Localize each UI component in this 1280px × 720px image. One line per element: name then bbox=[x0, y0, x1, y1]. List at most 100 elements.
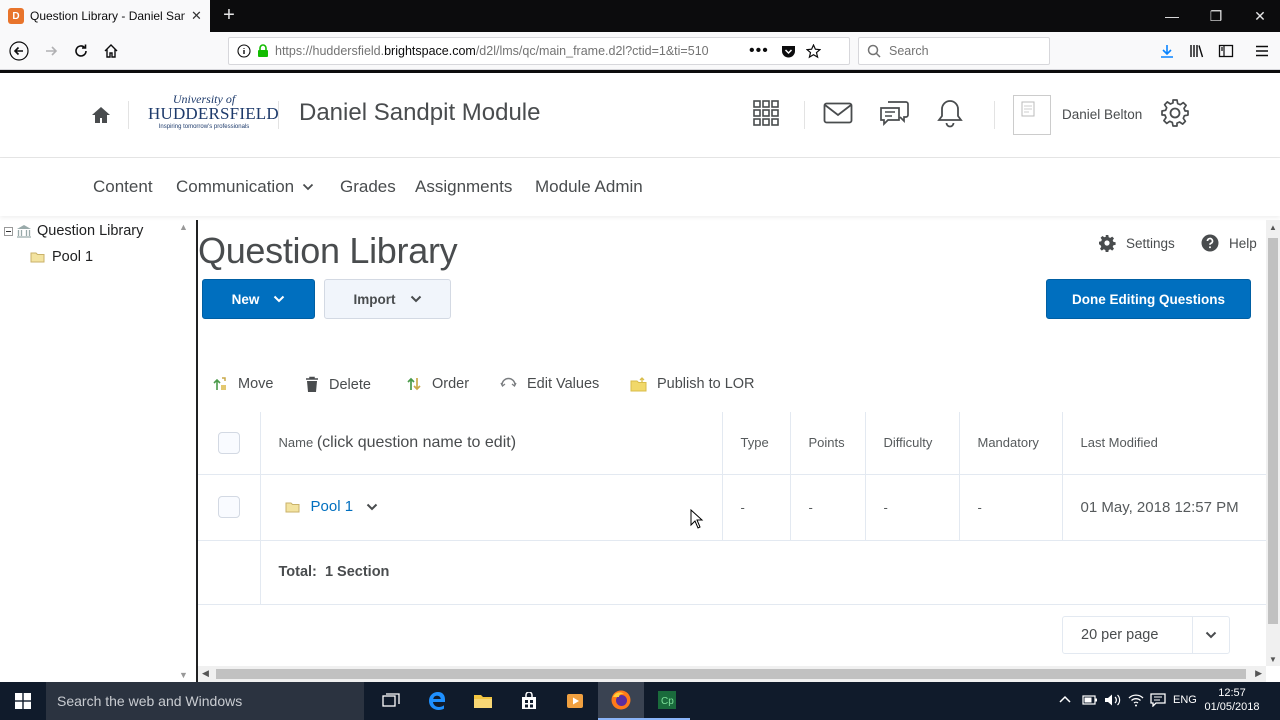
nav-communication[interactable]: Communication bbox=[176, 177, 314, 197]
scroll-down-icon[interactable]: ▼ bbox=[179, 670, 188, 680]
captivate-icon[interactable]: Cp bbox=[644, 682, 690, 720]
folder-icon bbox=[30, 251, 45, 263]
wifi-icon[interactable] bbox=[1128, 693, 1144, 707]
divider bbox=[804, 101, 805, 129]
lock-icon bbox=[257, 44, 269, 58]
back-icon[interactable] bbox=[6, 39, 32, 63]
select-all-checkbox[interactable] bbox=[217, 431, 240, 454]
name-column-header[interactable]: Name (click question name to edit) bbox=[260, 412, 723, 475]
settings-link[interactable]: Settings bbox=[1098, 234, 1175, 252]
horizontal-scrollbar[interactable]: ◀ ▶ bbox=[198, 666, 1266, 682]
publish-to-lor-action[interactable]: Publish to LOR bbox=[630, 376, 755, 392]
hamburger-menu-icon[interactable] bbox=[1249, 39, 1275, 63]
home-icon[interactable] bbox=[98, 39, 124, 63]
windows-taskbar: Search the web and Windows Cp ENG 12:57 … bbox=[0, 682, 1280, 720]
battery-icon[interactable] bbox=[1082, 694, 1098, 706]
main-panel: Question Library Settings Help New Impor… bbox=[198, 220, 1266, 666]
tray-chevron-up-icon[interactable] bbox=[1058, 694, 1072, 704]
nav-grades[interactable]: Grades bbox=[340, 177, 396, 197]
windows-start-icon[interactable] bbox=[0, 682, 46, 720]
browser-tab[interactable]: D Question Library - Daniel Sandpit ✕ bbox=[0, 0, 210, 32]
pool-link[interactable]: Pool 1 bbox=[285, 498, 379, 515]
new-tab-icon[interactable]: + bbox=[218, 4, 240, 26]
tab-title: Question Library - Daniel Sandpit bbox=[30, 9, 185, 23]
chevron-down-icon[interactable] bbox=[1193, 631, 1229, 639]
import-button[interactable]: Import bbox=[324, 279, 451, 319]
tree-child-item[interactable]: Pool 1 bbox=[30, 249, 93, 265]
firefox-icon[interactable] bbox=[598, 682, 644, 720]
delete-action[interactable]: Delete bbox=[305, 376, 371, 393]
page-actions-icon[interactable]: ••• bbox=[749, 42, 769, 60]
taskbar-clock[interactable]: 12:57 01/05/2018 bbox=[1200, 686, 1264, 714]
user-name[interactable]: Daniel Belton bbox=[1062, 107, 1142, 122]
nav-assignments[interactable]: Assignments bbox=[415, 177, 512, 197]
email-envelope-icon[interactable] bbox=[822, 97, 854, 129]
taskbar-search-input[interactable]: Search the web and Windows bbox=[46, 682, 364, 720]
table-row: Pool 1 - - - - 01 May, 2018 12:57 PM bbox=[198, 474, 1266, 541]
row-name-cell: Pool 1 bbox=[260, 474, 723, 541]
chevron-down-icon[interactable] bbox=[366, 503, 378, 511]
course-selector-grid-icon[interactable] bbox=[750, 97, 782, 129]
row-type-cell: - bbox=[722, 474, 791, 541]
avatar[interactable] bbox=[1013, 95, 1051, 135]
order-action[interactable]: Order bbox=[406, 376, 469, 392]
course-title[interactable]: Daniel Sandpit Module bbox=[299, 99, 541, 127]
vertical-scrollbar[interactable]: ▲ ▼ bbox=[1266, 220, 1280, 666]
chevron-down-icon bbox=[410, 295, 422, 303]
scroll-up-icon[interactable]: ▲ bbox=[179, 222, 188, 232]
mandatory-column-header: Mandatory bbox=[959, 412, 1063, 475]
table-header-row: Name (click question name to edit) Type … bbox=[198, 412, 1266, 475]
gear-icon[interactable] bbox=[1159, 97, 1191, 129]
media-player-icon[interactable] bbox=[552, 682, 598, 720]
edge-browser-icon[interactable] bbox=[414, 682, 460, 720]
message-alerts-icon[interactable] bbox=[878, 97, 910, 129]
pocket-icon[interactable] bbox=[781, 44, 796, 58]
reload-icon[interactable] bbox=[68, 39, 94, 63]
action-center-icon[interactable] bbox=[1150, 693, 1166, 707]
restore-icon[interactable]: ❐ bbox=[1194, 0, 1238, 32]
scroll-up-icon[interactable]: ▲ bbox=[1269, 223, 1277, 232]
select-all-header bbox=[198, 412, 261, 475]
notification-bell-icon[interactable] bbox=[934, 97, 966, 129]
downloads-icon[interactable] bbox=[1154, 39, 1180, 63]
help-link[interactable]: Help bbox=[1201, 234, 1257, 252]
edit-values-label: Edit Values bbox=[527, 376, 600, 392]
info-icon[interactable] bbox=[237, 44, 251, 58]
edit-values-action[interactable]: Edit Values bbox=[500, 376, 599, 392]
volume-icon[interactable] bbox=[1104, 693, 1122, 707]
language-indicator[interactable]: ENG bbox=[1173, 694, 1197, 706]
scroll-left-icon[interactable]: ◀ bbox=[202, 668, 209, 679]
close-window-icon[interactable]: ✕ bbox=[1238, 0, 1280, 32]
done-editing-questions-button[interactable]: Done Editing Questions bbox=[1046, 279, 1251, 319]
url-bar[interactable]: https://huddersfield.brightspace.com/d2l… bbox=[228, 37, 850, 65]
new-button[interactable]: New bbox=[202, 279, 315, 319]
tree-root-item[interactable]: Question Library bbox=[4, 223, 143, 239]
task-view-icon[interactable] bbox=[368, 682, 414, 720]
scroll-right-icon[interactable]: ▶ bbox=[1255, 668, 1262, 679]
university-logo[interactable]: University of HUDDERSFIELD Inspiring tom… bbox=[148, 93, 279, 133]
help-question-icon bbox=[1201, 234, 1219, 252]
nav-content[interactable]: Content bbox=[93, 177, 153, 197]
page-size-select[interactable]: 20 per page bbox=[1062, 616, 1230, 654]
nav-communication-label: Communication bbox=[176, 177, 295, 196]
minimize-icon[interactable]: — bbox=[1150, 0, 1194, 32]
file-explorer-icon[interactable] bbox=[460, 682, 506, 720]
home-icon[interactable] bbox=[90, 105, 112, 125]
bookmark-star-icon[interactable] bbox=[805, 43, 821, 59]
scroll-down-icon[interactable]: ▼ bbox=[1269, 655, 1277, 664]
tree-scrollbar[interactable]: ▲ ▼ bbox=[177, 220, 191, 682]
browser-search-input[interactable]: Search bbox=[858, 37, 1050, 65]
scrollbar-thumb[interactable] bbox=[1268, 238, 1278, 624]
settings-label: Settings bbox=[1126, 235, 1175, 251]
collapse-toggle-icon[interactable] bbox=[4, 226, 13, 236]
store-icon[interactable] bbox=[506, 682, 552, 720]
sidebar-icon[interactable] bbox=[1213, 39, 1239, 63]
forward-icon[interactable] bbox=[38, 39, 64, 63]
publish-folder-icon bbox=[630, 376, 647, 392]
scrollbar-thumb[interactable] bbox=[216, 669, 1246, 679]
library-icon[interactable] bbox=[1184, 39, 1210, 63]
row-checkbox[interactable] bbox=[217, 496, 240, 518]
close-tab-icon[interactable]: ✕ bbox=[191, 8, 202, 24]
nav-module-admin[interactable]: Module Admin bbox=[535, 177, 643, 197]
move-action[interactable]: Move bbox=[212, 376, 273, 392]
